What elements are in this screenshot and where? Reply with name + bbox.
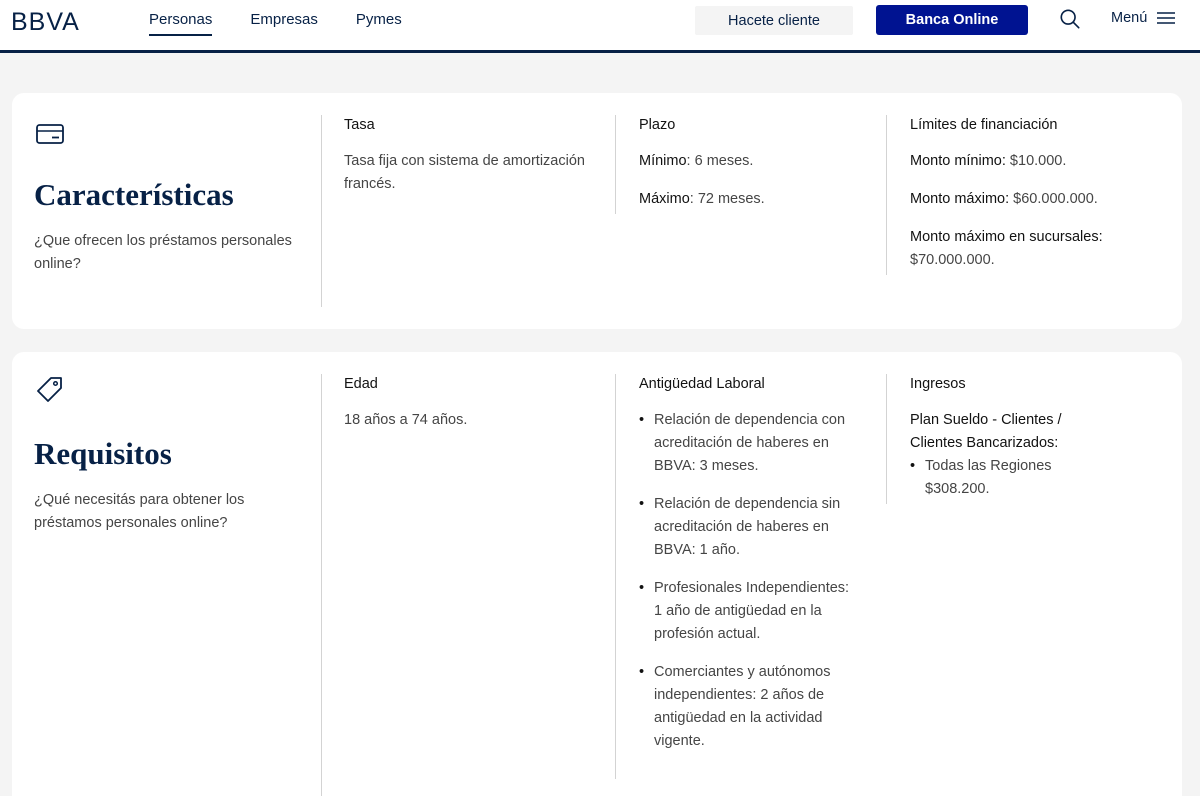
menu-label: Menú (1111, 10, 1148, 26)
tasa-text: Tasa fija con sistema de amortización fr… (344, 153, 585, 192)
caracteristicas-title: Características (34, 177, 234, 212)
list-item: Comerciantes y autónomos independientes:… (639, 661, 854, 753)
limites-column: Límites de financiación Monto mínimo: $1… (910, 115, 1170, 272)
limites-heading: Límites de financiación (910, 117, 1058, 133)
main-nav: Personas Empresas Pymes (149, 0, 440, 50)
caracteristicas-card: Características ¿Que ofrecen los préstam… (12, 93, 1182, 329)
list-item: Profesionales Independientes: 1 año de a… (639, 577, 854, 646)
menu-button[interactable]: Menú (1111, 10, 1176, 26)
list-item: Todas las Regiones $308.200. (910, 455, 1110, 501)
plazo-maximo: Máximo: 72 meses. (639, 191, 765, 207)
tasa-column: Tasa Tasa fija con sistema de amortizaci… (344, 115, 604, 196)
price-tag-icon (37, 377, 62, 402)
hacete-cliente-button[interactable]: Hacete cliente (695, 6, 853, 35)
monto-maximo: Monto máximo: $60.000.000. (910, 191, 1098, 207)
ingresos-heading: Ingresos (910, 376, 966, 392)
tasa-heading: Tasa (344, 117, 375, 133)
ingresos-column: Ingresos Plan Sueldo - Clientes / Client… (910, 374, 1110, 501)
antiguedad-column: Antigüedad Laboral Relación de dependenc… (639, 374, 854, 768)
ingresos-list: Todas las Regiones $308.200. (910, 455, 1110, 501)
edad-column: Edad 18 años a 74 años. (344, 374, 604, 432)
hamburger-icon (1157, 12, 1176, 24)
banca-online-button[interactable]: Banca Online (876, 5, 1028, 35)
edad-text: 18 años a 74 años. (344, 412, 468, 428)
nav-pymes[interactable]: Pymes (356, 0, 402, 36)
nav-personas[interactable]: Personas (149, 0, 213, 36)
edad-heading: Edad (344, 376, 378, 392)
nav-empresas[interactable]: Empresas (250, 0, 318, 36)
top-header: BBVA Personas Empresas Pymes Hacete clie… (0, 0, 1200, 53)
monto-minimo: Monto mínimo: $10.000. (910, 153, 1067, 169)
column-divider (886, 374, 887, 504)
credit-card-icon (36, 124, 64, 144)
requisitos-subtitle: ¿Qué necesitás para obtener los préstamo… (34, 492, 245, 531)
plazo-heading: Plazo (639, 117, 676, 133)
column-divider (615, 374, 616, 779)
plazo-column: Plazo Mínimo: 6 meses. Máximo: 72 meses. (639, 115, 869, 211)
bbva-logo[interactable]: BBVA (11, 8, 80, 37)
column-divider (321, 115, 322, 307)
monto-sucursales: Monto máximo en sucursales: $70.000.000. (910, 229, 1103, 268)
search-icon[interactable] (1059, 8, 1081, 30)
antiguedad-heading: Antigüedad Laboral (639, 376, 765, 392)
column-divider (321, 374, 322, 796)
antiguedad-list: Relación de dependencia con acreditación… (639, 409, 854, 753)
plan-sueldo-label: Plan Sueldo - Clientes / Clientes Bancar… (910, 412, 1062, 451)
column-divider (615, 115, 616, 214)
requisitos-card: Requisitos ¿Qué necesitás para obtener l… (12, 352, 1182, 796)
caracteristicas-subtitle: ¿Que ofrecen los préstamos personales on… (34, 233, 292, 272)
list-item: Relación de dependencia con acreditación… (639, 409, 854, 478)
column-divider (886, 115, 887, 275)
plazo-minimo: Mínimo: 6 meses. (639, 153, 754, 169)
requisitos-title: Requisitos (34, 436, 172, 471)
list-item: Relación de dependencia sin acreditación… (639, 493, 854, 562)
